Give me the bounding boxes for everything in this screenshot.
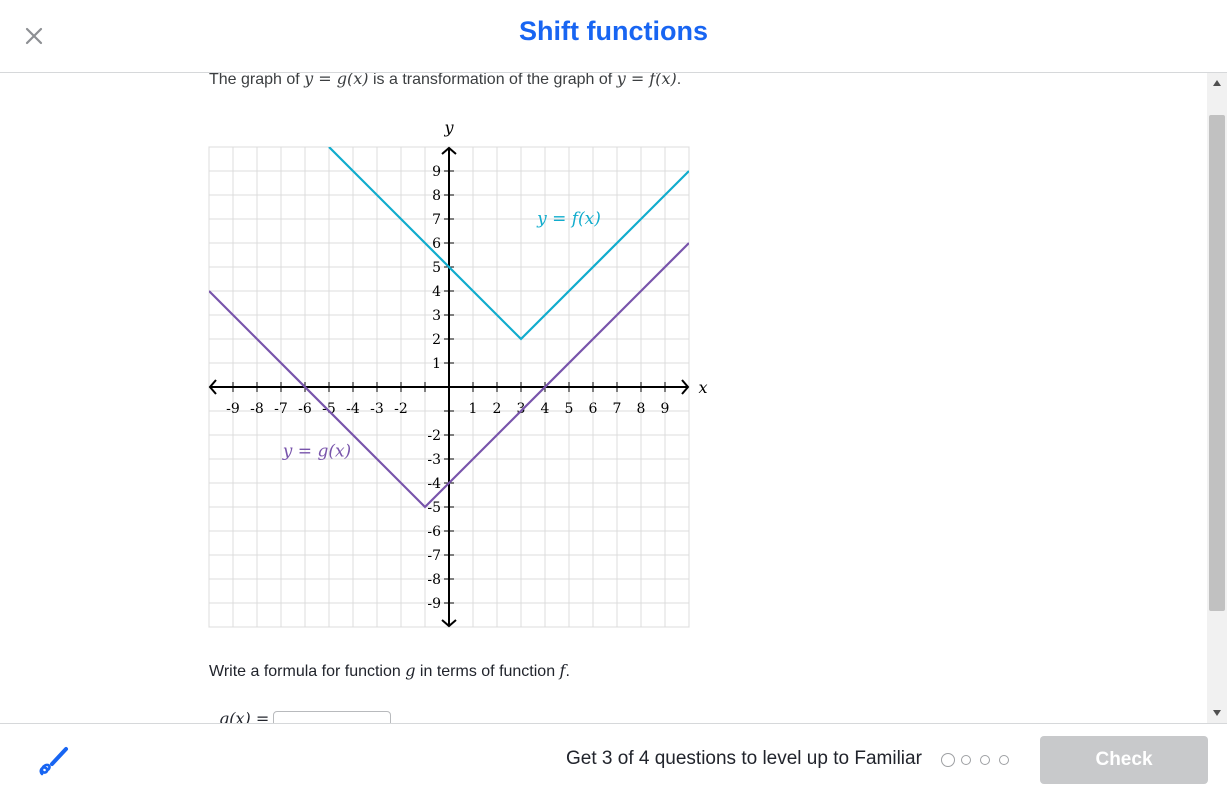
prompt-text-middle: in terms of function — [415, 663, 560, 680]
y-tick-label: 4 — [432, 284, 441, 300]
x-tick-label: 4 — [541, 401, 550, 417]
series-label-f: y = f(x) — [536, 209, 601, 229]
level-up-message: Get 3 of 4 questions to level up to Fami… — [566, 748, 922, 769]
intro-text-middle: is a transformation of the graph of — [368, 73, 617, 88]
y-axis-label: y — [443, 118, 454, 137]
scroll-down-icon[interactable] — [1207, 703, 1227, 723]
bottom-bar: Get 3 of 4 questions to level up to Fami… — [0, 723, 1227, 796]
x-tick-label: -7 — [274, 401, 288, 417]
x-tick-label: -8 — [250, 401, 264, 417]
pencil-icon[interactable] — [36, 744, 70, 778]
y-tick-label: -7 — [427, 548, 441, 564]
series-label-g: y = g(x) — [282, 442, 351, 462]
prompt-text-suffix: . — [565, 663, 570, 680]
x-tick-label: -3 — [370, 401, 384, 417]
y-tick-label: 5 — [432, 260, 441, 276]
x-tick-label: 6 — [589, 401, 598, 417]
y-tick-label: 7 — [432, 212, 441, 228]
y-tick-label: -8 — [427, 572, 441, 588]
y-tick-label: -6 — [427, 524, 441, 540]
scrollbar[interactable] — [1207, 73, 1227, 723]
x-tick-label: 5 — [565, 401, 574, 417]
x-tick-label: -6 — [298, 401, 312, 417]
scrollbar-thumb[interactable] — [1209, 115, 1225, 611]
question-prompt: Write a formula for function g in terms … — [209, 661, 570, 681]
prompt-math-g: g — [405, 661, 416, 680]
check-button[interactable]: Check — [1040, 736, 1208, 784]
y-tick-label: 6 — [432, 236, 441, 252]
top-bar: Shift functions — [0, 0, 1227, 73]
question-area: The graph of y = g(x) is a transformatio… — [0, 73, 1207, 723]
y-tick-label: 1 — [432, 356, 441, 372]
y-tick-label: 8 — [432, 188, 441, 204]
page-title: Shift functions — [519, 16, 708, 46]
answer-input[interactable] — [273, 711, 391, 723]
x-tick-label: -4 — [346, 401, 360, 417]
intro-math-f: y = f(x) — [616, 73, 677, 88]
answer-label: g(x) = — [219, 709, 270, 723]
y-tick-label: 9 — [432, 164, 441, 180]
question-intro: The graph of y = g(x) is a transformatio… — [209, 73, 681, 89]
x-tick-label: 1 — [469, 401, 478, 417]
progress-dot — [961, 755, 971, 765]
x-axis-label: x — [698, 378, 707, 397]
x-tick-label: 7 — [613, 401, 622, 417]
x-tick-label: -2 — [394, 401, 408, 417]
intro-text-suffix: . — [676, 73, 682, 88]
progress-dot — [941, 753, 955, 767]
intro-math-g: y = g(x) — [304, 73, 369, 88]
y-tick-label: 3 — [432, 308, 441, 324]
scroll-up-icon[interactable] — [1207, 73, 1227, 93]
prompt-text-prefix: Write a formula for function — [209, 663, 406, 680]
progress-dot — [999, 755, 1009, 765]
y-tick-label: -2 — [427, 428, 441, 444]
y-tick-label: 2 — [432, 332, 441, 348]
x-tick-label: 8 — [637, 401, 646, 417]
x-tick-label: 9 — [661, 401, 670, 417]
function-graph: -9 -8 -7 -6 -5 -4 -3 -2 1 2 3 4 5 6 7 8 9987654321-2-3-4… — [208, 118, 708, 628]
y-tick-label: -3 — [427, 452, 441, 468]
x-tick-label: -9 — [226, 401, 240, 417]
y-tick-label: -4 — [427, 476, 441, 492]
intro-text-prefix: The graph of — [209, 73, 305, 88]
progress-dot — [980, 755, 990, 765]
y-tick-label: -9 — [427, 596, 441, 612]
x-tick-label: 2 — [493, 401, 502, 417]
